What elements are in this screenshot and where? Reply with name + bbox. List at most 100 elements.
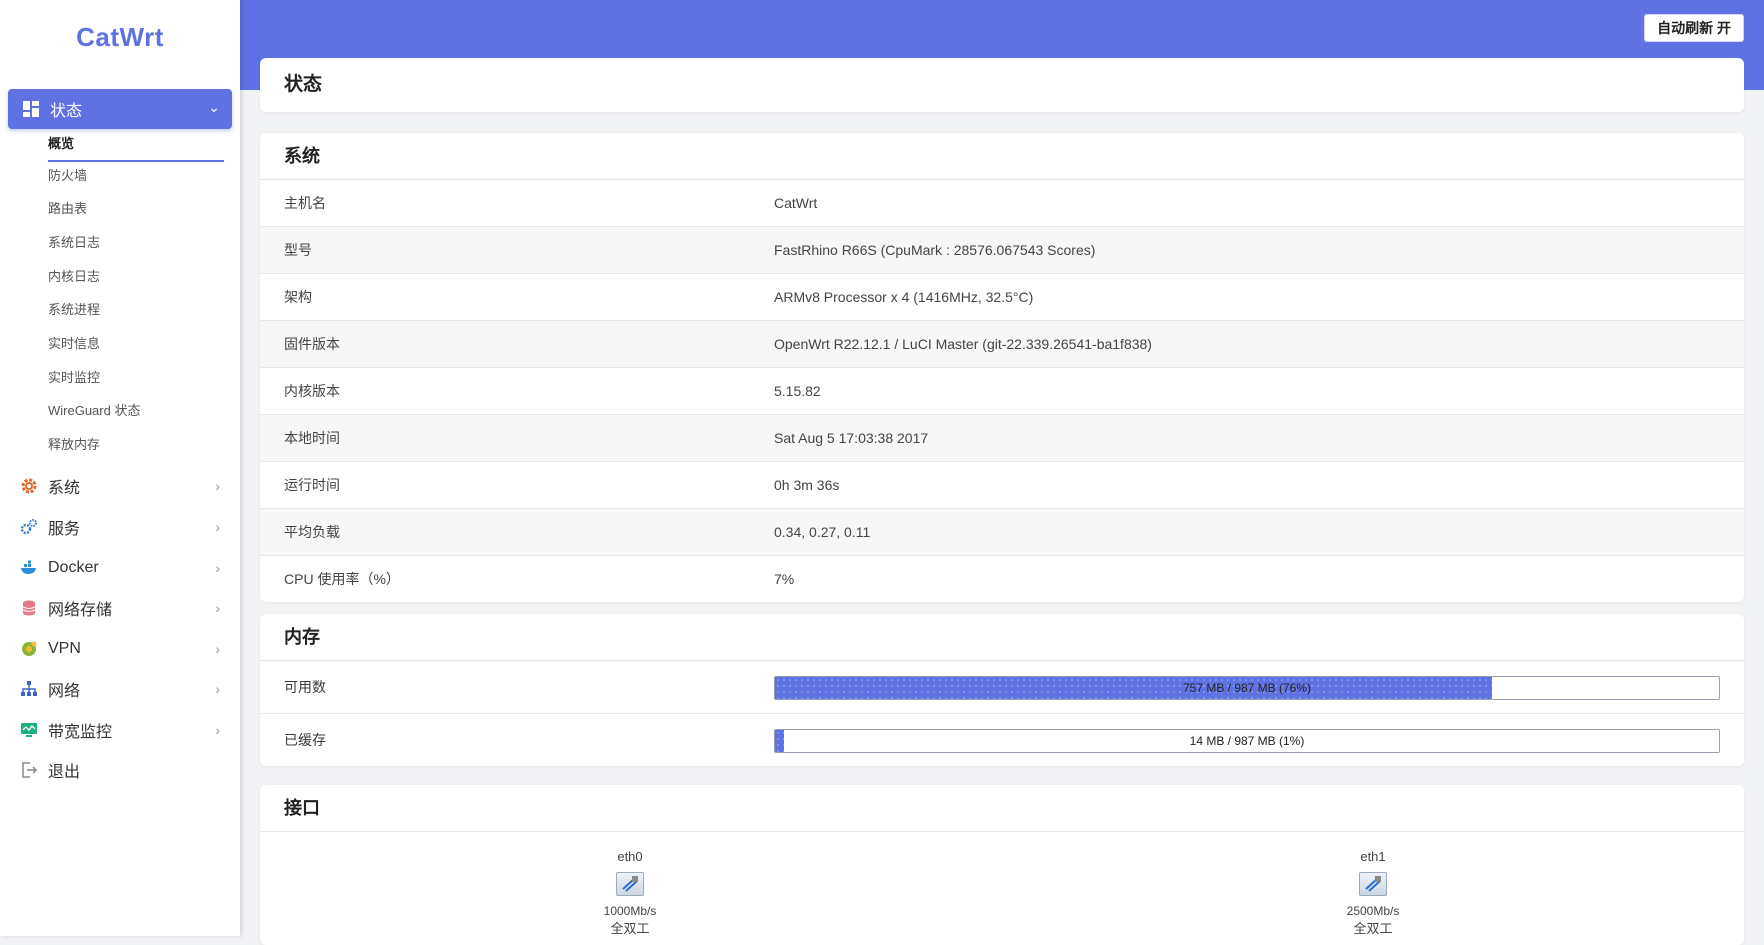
table-row: 固件版本 OpenWrt R22.12.1 / LuCI Master (git-… bbox=[260, 321, 1744, 368]
cogs-icon bbox=[20, 518, 38, 536]
row-key: 内核版本 bbox=[284, 383, 340, 399]
submenu-free-memory[interactable]: 释放内存 bbox=[48, 435, 100, 455]
interface-speed: 2500Mb/s bbox=[1346, 904, 1400, 918]
menu-services[interactable]: 服务 › bbox=[20, 512, 224, 542]
table-row: 型号 FastRhino R66S (CpuMark : 28576.067543… bbox=[260, 227, 1744, 274]
chevron-right-icon: › bbox=[215, 722, 220, 738]
menu-docker-label: Docker bbox=[48, 559, 99, 576]
row-key: 主机名 bbox=[284, 195, 326, 211]
gear-icon bbox=[20, 477, 38, 495]
row-key: 固件版本 bbox=[284, 336, 340, 352]
interface-duplex: 全双工 bbox=[610, 921, 650, 936]
row-key: 运行时间 bbox=[284, 477, 340, 493]
row-value: Sat Aug 5 17:03:38 2017 bbox=[774, 430, 929, 446]
network-icon bbox=[20, 680, 38, 698]
menu-network[interactable]: 网络 › bbox=[20, 674, 224, 704]
interface-eth0[interactable]: eth0 1000Mb/s 全双工 bbox=[570, 848, 690, 938]
row-value: OpenWrt R22.12.1 / LuCI Master (git-22.3… bbox=[774, 336, 1152, 352]
memory-progress-bar: 757 MB / 987 MB (76%) bbox=[774, 676, 1720, 700]
menu-status-label: 状态 bbox=[50, 103, 83, 120]
interface-name: eth1 bbox=[1360, 849, 1386, 864]
progress-text: 757 MB / 987 MB (76%) bbox=[1182, 681, 1312, 695]
row-value: 0.34, 0.27, 0.11 bbox=[774, 524, 871, 540]
row-key: 可用数 bbox=[284, 679, 326, 695]
row-key: 本地时间 bbox=[284, 430, 340, 446]
table-row: CPU 使用率（%） 7% bbox=[260, 556, 1744, 602]
chevron-right-icon: › bbox=[215, 681, 220, 697]
memory-row-available: 可用数 757 MB / 987 MB (76%) bbox=[260, 661, 1744, 714]
menu-nas[interactable]: 网络存储 › bbox=[20, 593, 224, 623]
menu-bandwidth[interactable]: 带宽监控 › bbox=[20, 715, 224, 745]
chevron-right-icon: › bbox=[215, 519, 220, 535]
table-row: 运行时间 0h 3m 36s bbox=[260, 462, 1744, 509]
table-row: 平均负载 0.34, 0.27, 0.11 bbox=[260, 509, 1744, 556]
submenu-processes[interactable]: 系统进程 bbox=[48, 300, 100, 320]
submenu-realtime-monitor[interactable]: 实时监控 bbox=[48, 368, 100, 388]
system-card: 系统 主机名 CatWrt 型号 FastRhino R66S (CpuMark :… bbox=[260, 133, 1744, 602]
menu-docker[interactable]: Docker › bbox=[20, 553, 224, 583]
menu-system[interactable]: 系统 › bbox=[20, 471, 224, 501]
menu-bandwidth-label: 带宽监控 bbox=[48, 724, 113, 741]
submenu-realtime-info[interactable]: 实时信息 bbox=[48, 334, 100, 354]
memory-row-cached: 已缓存 14 MB / 987 MB (1%) bbox=[260, 714, 1744, 766]
memory-card: 内存 可用数 757 MB / 987 MB (76%) 已缓存 14 MB /… bbox=[260, 614, 1744, 766]
interface-name: eth0 bbox=[617, 849, 643, 864]
chevron-right-icon: › bbox=[215, 600, 220, 616]
row-key: 已缓存 bbox=[284, 732, 326, 748]
chevron-right-icon: › bbox=[215, 478, 220, 494]
row-key: 型号 bbox=[284, 242, 312, 258]
menu-services-label: 服务 bbox=[48, 521, 81, 538]
chevron-right-icon: › bbox=[215, 560, 220, 576]
active-underline bbox=[48, 160, 224, 162]
menu-network-label: 网络 bbox=[48, 683, 81, 700]
page-title: 状态 bbox=[284, 74, 323, 95]
menu-logout[interactable]: 退出 bbox=[20, 755, 224, 785]
system-table: 主机名 CatWrt 型号 FastRhino R66S (CpuMark : 28… bbox=[260, 180, 1744, 602]
interfaces-card: 接口 eth0 1000Mb/s 全双工 eth1 2500Mb/s 全双工 bbox=[260, 785, 1744, 945]
dashboard-icon bbox=[23, 101, 39, 117]
table-row: 本地时间 Sat Aug 5 17:03:38 2017 bbox=[260, 415, 1744, 462]
ethernet-port-icon bbox=[616, 872, 644, 896]
submenu-syslog[interactable]: 系统日志 bbox=[48, 233, 100, 253]
table-row: 内核版本 5.15.82 bbox=[260, 368, 1744, 415]
progress-text: 14 MB / 987 MB (1%) bbox=[1189, 734, 1305, 748]
menu-logout-label: 退出 bbox=[48, 764, 81, 781]
sidebar: CatWrt 状态 ⌄ 概览 防火墙 路由表 系统日志 内核日志 系统进程 实时… bbox=[0, 0, 240, 936]
row-key: CPU 使用率（%） bbox=[284, 571, 400, 587]
auto-refresh-button[interactable]: 自动刷新 开 bbox=[1644, 14, 1744, 42]
menu-vpn[interactable]: VPN › bbox=[20, 634, 224, 664]
logo[interactable]: CatWrt bbox=[0, 22, 240, 53]
row-value: 0h 3m 36s bbox=[774, 477, 840, 493]
cache-progress-bar: 14 MB / 987 MB (1%) bbox=[774, 729, 1720, 753]
row-value: CatWrt bbox=[774, 195, 818, 211]
interface-eth1[interactable]: eth1 2500Mb/s 全双工 bbox=[1313, 848, 1433, 938]
row-value: 5.15.82 bbox=[774, 383, 821, 399]
submenu-routes[interactable]: 路由表 bbox=[48, 199, 87, 219]
row-key: 平均负载 bbox=[284, 524, 340, 540]
submenu-firewall[interactable]: 防火墙 bbox=[48, 166, 87, 186]
row-value: ARMv8 Processor x 4 (1416MHz, 32.5°C) bbox=[774, 289, 1034, 305]
system-title: 系统 bbox=[260, 133, 1744, 180]
menu-status[interactable]: 状态 ⌄ bbox=[8, 89, 232, 129]
interface-duplex: 全双工 bbox=[1353, 921, 1393, 936]
logout-icon bbox=[20, 761, 38, 779]
row-value: 7% bbox=[774, 571, 795, 587]
vpn-icon bbox=[20, 640, 38, 658]
page-title-card: 状态 bbox=[260, 58, 1744, 112]
chevron-down-icon: ⌄ bbox=[208, 99, 220, 115]
interface-speed: 1000Mb/s bbox=[603, 904, 657, 918]
ethernet-port-icon bbox=[1359, 872, 1387, 896]
menu-nas-label: 网络存储 bbox=[48, 602, 113, 619]
database-icon bbox=[20, 599, 38, 617]
table-row: 主机名 CatWrt bbox=[260, 180, 1744, 227]
monitor-icon bbox=[20, 721, 38, 739]
docker-icon bbox=[20, 559, 38, 577]
submenu-kernel-log[interactable]: 内核日志 bbox=[48, 267, 100, 287]
row-key: 架构 bbox=[284, 289, 312, 305]
submenu-overview[interactable]: 概览 bbox=[48, 134, 74, 154]
menu-system-label: 系统 bbox=[48, 480, 81, 497]
table-row: 架构 ARMv8 Processor x 4 (1416MHz, 32.5°C) bbox=[260, 274, 1744, 321]
chevron-right-icon: › bbox=[215, 641, 220, 657]
memory-title: 内存 bbox=[260, 614, 1744, 661]
submenu-wireguard[interactable]: WireGuard 状态 bbox=[48, 401, 140, 421]
